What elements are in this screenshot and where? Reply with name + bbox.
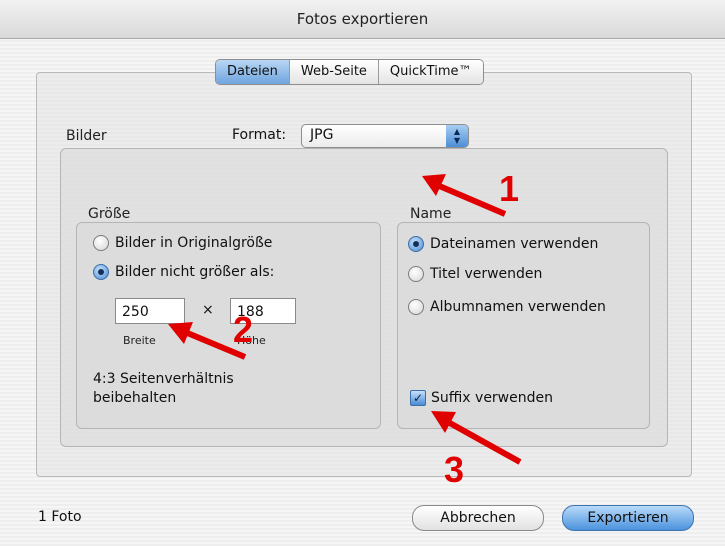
annotation-marker-2: 2 bbox=[233, 309, 254, 350]
annotation-marker-1: 1 bbox=[499, 168, 520, 209]
tab-web-seite[interactable]: Web-Seite bbox=[289, 60, 379, 84]
suffix-checkbox[interactable]: ✓ Suffix verwenden bbox=[410, 390, 553, 406]
radio-selected-icon bbox=[408, 236, 424, 252]
tab-dateien[interactable]: Dateien bbox=[216, 60, 290, 84]
original-size-label: Bilder in Originalgröße bbox=[115, 235, 273, 251]
window-title: Fotos exportieren bbox=[0, 0, 725, 39]
aspect-note-line-1: 4:3 Seitenverhältnis bbox=[93, 371, 234, 387]
radio-icon bbox=[408, 266, 424, 282]
checkmark-icon: ✓ bbox=[410, 390, 426, 406]
filename-radio[interactable]: Dateinamen verwenden bbox=[408, 236, 598, 252]
original-size-radio[interactable]: Bilder in Originalgröße bbox=[93, 235, 272, 251]
name-group-title: Name bbox=[410, 206, 452, 222]
size-group-title: Größe bbox=[88, 206, 131, 222]
max-size-radio[interactable]: Bilder nicht größer als: bbox=[93, 264, 274, 280]
albumname-label: Albumnamen verwenden bbox=[430, 299, 606, 315]
times-sign: × bbox=[202, 302, 214, 318]
format-select[interactable]: JPG ▲ ▼ bbox=[301, 124, 469, 148]
albumname-radio[interactable]: Albumnamen verwenden bbox=[408, 299, 606, 315]
images-group-title: Bilder bbox=[66, 128, 107, 144]
filename-label: Dateinamen verwenden bbox=[430, 236, 599, 252]
photo-count: 1 Foto bbox=[38, 509, 82, 525]
tab-quicktime[interactable]: QuickTime™ bbox=[378, 60, 483, 84]
updown-arrows-icon: ▲ ▼ bbox=[446, 125, 468, 147]
export-button[interactable]: Exportieren bbox=[562, 505, 694, 531]
radio-icon bbox=[93, 235, 109, 251]
radio-selected-icon bbox=[93, 264, 109, 280]
format-label: Format: bbox=[232, 127, 287, 143]
annotation-marker-3: 3 bbox=[444, 449, 465, 490]
tab-bar: Dateien Web-Seite QuickTime™ bbox=[215, 59, 484, 85]
format-value: JPG bbox=[310, 127, 334, 143]
cancel-button[interactable]: Abbrechen bbox=[412, 505, 544, 531]
aspect-note-line-2: beibehalten bbox=[93, 390, 177, 406]
width-caption: Breite bbox=[123, 334, 156, 347]
width-input[interactable]: 250 bbox=[115, 298, 185, 324]
title-label: Titel verwenden bbox=[430, 266, 543, 282]
radio-icon bbox=[408, 299, 424, 315]
suffix-label: Suffix verwenden bbox=[431, 390, 553, 406]
max-size-label: Bilder nicht größer als: bbox=[115, 264, 275, 280]
title-radio[interactable]: Titel verwenden bbox=[408, 266, 542, 282]
